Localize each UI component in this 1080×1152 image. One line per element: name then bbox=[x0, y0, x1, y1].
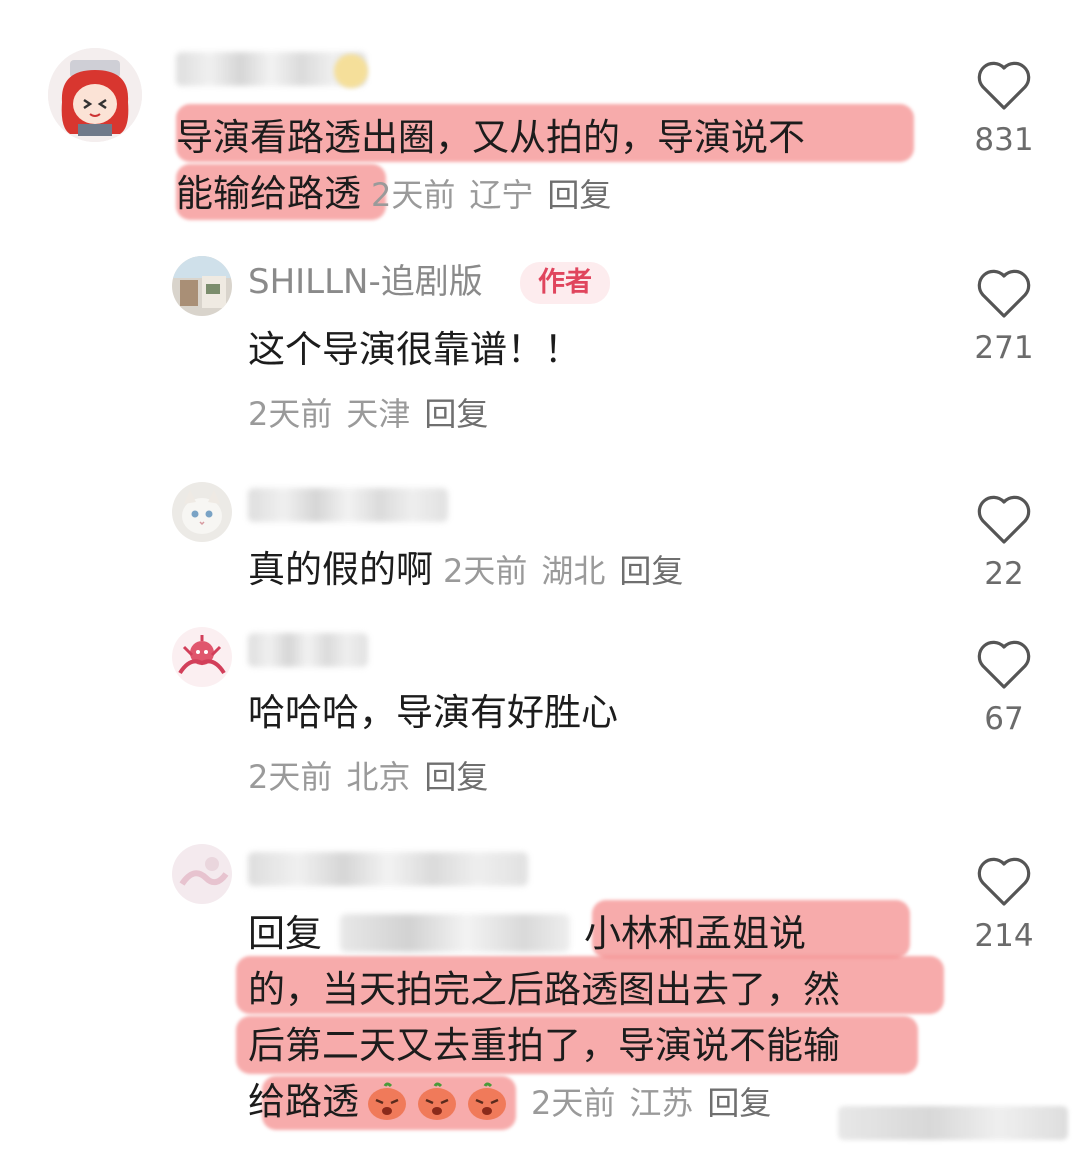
avatar-image bbox=[172, 482, 232, 542]
avatar[interactable] bbox=[172, 844, 232, 904]
comment-4: 哈哈哈，导演有好胜心 2天前 北京 回复 67 bbox=[0, 615, 1080, 815]
avatar-image bbox=[172, 627, 232, 687]
comment-1: 导演看路透出圈，又从拍的，导演说不 能输给路透 2天前 辽宁 回复 831 bbox=[0, 0, 1080, 240]
author-badge: 作者 bbox=[520, 262, 610, 304]
heart-icon[interactable] bbox=[976, 639, 1032, 691]
angry-emoji-icon bbox=[368, 1082, 406, 1120]
timestamp: 2天前 bbox=[248, 758, 333, 796]
comment-text-line: 真的假的啊 2天前 湖北 回复 bbox=[248, 542, 683, 599]
reply-button[interactable]: 回复 bbox=[547, 176, 611, 214]
username-blurred[interactable] bbox=[248, 852, 528, 886]
comment-2: SHILLN-追剧版 作者 这个导演很靠谱！！ 2天前 天津 回复 271 bbox=[0, 240, 1080, 460]
reply-prefix: 回复 bbox=[248, 912, 322, 955]
avatar[interactable] bbox=[172, 256, 232, 316]
comment-text: 导演看路透出圈，又从拍的，导演说不 能输给路透 2天前 辽宁 回复 bbox=[176, 116, 805, 215]
reply-button[interactable]: 回复 bbox=[424, 758, 488, 796]
location: 湖北 bbox=[541, 552, 606, 590]
mention-blurred[interactable] bbox=[340, 914, 570, 952]
comment-text-line: 的，当天拍完之后路透图出去了，然 bbox=[248, 968, 840, 1011]
location: 北京 bbox=[346, 758, 411, 796]
like-count: 214 bbox=[974, 918, 1034, 954]
location: 天津 bbox=[346, 395, 411, 433]
timestamp: 2天前 bbox=[443, 552, 528, 590]
heart-icon[interactable] bbox=[976, 494, 1032, 546]
comment-text: 真的假的啊 bbox=[248, 548, 433, 591]
like-count: 831 bbox=[974, 122, 1034, 158]
heart-icon[interactable] bbox=[976, 268, 1032, 320]
reply-button[interactable]: 回复 bbox=[424, 395, 488, 433]
like-button[interactable]: 271 bbox=[974, 268, 1034, 366]
like-button[interactable]: 67 bbox=[974, 639, 1034, 737]
like-count: 22 bbox=[984, 556, 1024, 592]
location: 江苏 bbox=[629, 1084, 694, 1122]
username[interactable]: SHILLN-追剧版 bbox=[248, 262, 483, 302]
timestamp: 2天前 bbox=[371, 176, 456, 214]
location: 辽宁 bbox=[469, 176, 534, 214]
like-button[interactable]: 831 bbox=[974, 60, 1034, 158]
like-count: 67 bbox=[984, 701, 1024, 737]
comment-meta: 2天前 天津 回复 bbox=[248, 392, 502, 436]
reply-button[interactable]: 回复 bbox=[619, 552, 683, 590]
avatar[interactable] bbox=[48, 48, 142, 142]
angry-emoji-icon bbox=[418, 1082, 456, 1120]
timestamp: 2天前 bbox=[248, 395, 333, 433]
comment-meta: 2天前 北京 回复 bbox=[248, 755, 502, 799]
like-button[interactable]: 22 bbox=[974, 494, 1034, 592]
username-blurred[interactable] bbox=[248, 488, 448, 522]
reply-button[interactable]: 回复 bbox=[707, 1084, 771, 1122]
comment-3: 真的假的啊 2天前 湖北 回复 22 bbox=[0, 470, 1080, 610]
avatar-image bbox=[172, 256, 232, 316]
avatar[interactable] bbox=[172, 627, 232, 687]
timestamp: 2天前 bbox=[531, 1084, 616, 1122]
username-blurred[interactable] bbox=[248, 633, 368, 667]
heart-icon[interactable] bbox=[976, 856, 1032, 908]
comment-text: 回复 小林和孟姐说 的，当天拍完之后路透图出去了，然 后第二天又去重拍了，导演说不… bbox=[248, 906, 948, 1131]
comment-text-line: 后第二天又去重拍了，导演说不能输 bbox=[248, 1024, 840, 1067]
comment-5: 回复 小林和孟姐说 的，当天拍完之后路透图出去了，然 后第二天又去重拍了，导演说不… bbox=[0, 838, 1080, 1138]
comment-text: 哈哈哈，导演有好胜心 bbox=[248, 691, 618, 734]
watermark-blurred bbox=[838, 1106, 1068, 1140]
avatar-image bbox=[172, 844, 232, 904]
comment-text-line: 给路透 bbox=[248, 1080, 359, 1123]
avatar-image bbox=[48, 48, 142, 142]
angry-emoji-icon bbox=[468, 1082, 506, 1120]
like-count: 271 bbox=[974, 330, 1034, 366]
avatar[interactable] bbox=[172, 482, 232, 542]
comment-text-end: 能输给路透 bbox=[176, 172, 361, 215]
comment-text: 这个导演很靠谱！！ bbox=[248, 328, 581, 371]
heart-icon[interactable] bbox=[976, 60, 1032, 112]
level-badge-icon bbox=[334, 54, 368, 88]
comment-text-line: 小林和孟姐说 bbox=[584, 912, 806, 955]
like-button[interactable]: 214 bbox=[974, 856, 1034, 954]
